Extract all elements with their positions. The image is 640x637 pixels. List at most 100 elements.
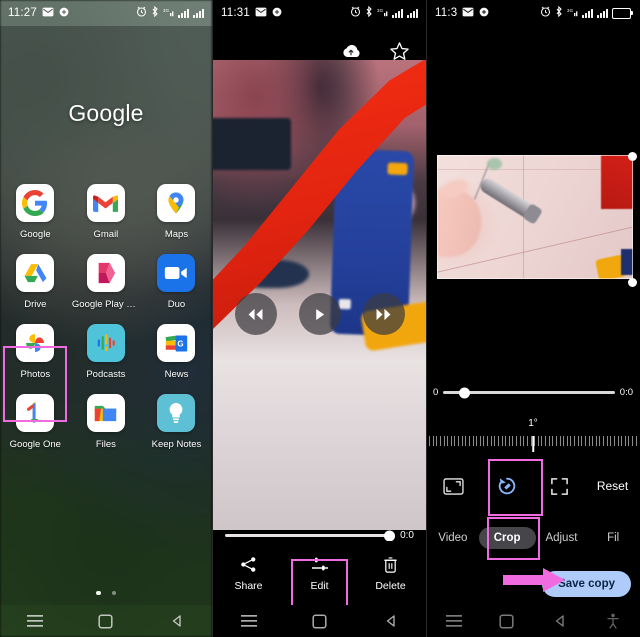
crop-handle-bottom-right[interactable]: [628, 278, 637, 287]
maps-icon: [157, 184, 196, 222]
app-label: Google: [19, 229, 51, 240]
timeline-slider[interactable]: [443, 387, 615, 398]
edit-button[interactable]: Edit: [284, 554, 355, 592]
news-icon: G: [157, 324, 196, 362]
back-nav-button[interactable]: [547, 608, 573, 634]
edit-label: Edit: [310, 580, 329, 592]
battery-icon: [612, 7, 633, 19]
page-indicator: [0, 590, 212, 595]
status-bar: 11:27 3G: [0, 0, 212, 26]
app-play-movies[interactable]: Google Play Mo...: [71, 246, 142, 316]
timeline-knob[interactable]: [459, 387, 471, 398]
expand-button[interactable]: [545, 471, 575, 501]
app-label: Google Play Mo...: [71, 299, 140, 310]
signal-sim2-icon: [407, 8, 418, 18]
share-button[interactable]: Share: [213, 554, 284, 592]
page-dot[interactable]: [111, 590, 116, 595]
status-bar-right: 3G: [540, 5, 633, 20]
duo-icon: [157, 254, 196, 292]
back-nav-button[interactable]: [164, 608, 190, 634]
app-drive[interactable]: Drive: [0, 246, 71, 316]
seek-knob[interactable]: [384, 530, 396, 541]
app-maps[interactable]: Maps: [141, 176, 212, 246]
crop-tool-row: Reset: [427, 462, 639, 510]
app-label: Keep Notes: [151, 439, 202, 450]
sync-icon: [479, 7, 489, 20]
play-button[interactable]: [298, 293, 341, 335]
tab-crop[interactable]: Crop: [478, 527, 536, 549]
app-gmail[interactable]: Gmail: [71, 176, 142, 246]
seek-bar-row: 0:0: [213, 530, 426, 541]
tab-filters[interactable]: Fil: [587, 532, 639, 544]
alarm-icon: [350, 6, 361, 20]
recents-nav-button[interactable]: [441, 608, 467, 634]
app-row: Photos Podcasts G News: [0, 316, 212, 386]
rotate-button[interactable]: [492, 471, 522, 501]
status-bar: 11:3 3G: [427, 0, 639, 26]
files-icon: [86, 394, 125, 432]
message-icon: [255, 7, 267, 20]
page-dot-active[interactable]: [96, 590, 101, 595]
signal-sim1-icon: [582, 8, 593, 18]
edit-sliders-icon: [311, 554, 329, 574]
aspect-ratio-cell: [427, 471, 480, 501]
alarm-icon: [540, 6, 551, 20]
mobile-data-icon: 3G: [377, 7, 388, 20]
delete-label: Delete: [375, 580, 406, 592]
panel-photos-crop-editor: 11:3 3G 0 0:0 1° Reset Video Crop Adjust…: [427, 0, 639, 637]
tab-label: Fil: [607, 532, 620, 544]
backup-cloud-icon[interactable]: [340, 40, 362, 62]
home-nav-button[interactable]: [494, 608, 520, 634]
app-news[interactable]: G News: [141, 316, 212, 386]
fast-forward-button[interactable]: [362, 293, 405, 335]
recents-nav-button[interactable]: [236, 608, 262, 634]
share-label: Share: [234, 580, 263, 592]
app-row: Drive Google Play Mo... Duo: [0, 246, 212, 316]
crop-preview-image[interactable]: [437, 155, 633, 279]
app-label: Files: [95, 439, 116, 450]
status-bar: 11:31 3G: [213, 0, 426, 26]
svg-text:3G: 3G: [377, 8, 384, 13]
google-icon: [16, 184, 55, 222]
tab-video[interactable]: Video: [427, 532, 479, 544]
tab-label: Crop: [478, 527, 536, 549]
timeline-end-label: 0:0: [619, 387, 633, 398]
app-files[interactable]: Files: [71, 386, 142, 456]
tab-adjust[interactable]: Adjust: [536, 532, 588, 544]
three-panel-screenshot: 11:27 3G Google Google Gmail Maps Drive …: [0, 0, 640, 637]
app-google-one[interactable]: Google One: [0, 386, 71, 456]
star-icon[interactable]: [388, 40, 410, 62]
player-bottom-bar: Share Edit Delete: [213, 541, 426, 605]
status-bar-right: 3G: [136, 5, 204, 20]
app-podcasts[interactable]: Podcasts: [71, 316, 142, 386]
reset-button[interactable]: Reset: [597, 479, 628, 493]
app-duo[interactable]: Duo: [141, 246, 212, 316]
app-label: Drive: [24, 299, 47, 310]
back-nav-button[interactable]: [378, 608, 404, 634]
signal-sim2-icon: [193, 8, 204, 18]
app-row: Google One Files Keep Notes: [0, 386, 212, 456]
home-nav-button[interactable]: [307, 608, 333, 634]
crop-stage: [427, 26, 639, 386]
aspect-ratio-button[interactable]: [439, 471, 469, 501]
recents-nav-button[interactable]: [22, 608, 48, 634]
mobile-data-icon: 3G: [567, 7, 578, 20]
rotation-dial-indicator: [532, 436, 534, 452]
crop-handle-top-right[interactable]: [628, 152, 637, 161]
seek-time-label: 0:0: [400, 530, 414, 541]
seek-slider[interactable]: [225, 530, 396, 541]
accessibility-nav-button[interactable]: [600, 608, 626, 634]
app-google[interactable]: Google: [0, 176, 71, 246]
rewind-button[interactable]: [234, 293, 277, 335]
gmail-icon: [86, 184, 125, 222]
app-keep-notes[interactable]: Keep Notes: [141, 386, 212, 456]
rotation-dial[interactable]: [427, 436, 639, 458]
svg-text:3G: 3G: [163, 8, 170, 13]
navigation-bar: [0, 605, 212, 637]
home-nav-button[interactable]: [93, 608, 119, 634]
drive-icon: [16, 254, 55, 292]
delete-button[interactable]: Delete: [355, 554, 426, 592]
app-photos[interactable]: Photos: [0, 316, 71, 386]
panel-home-google-folder: 11:27 3G Google Google Gmail Maps Drive …: [0, 0, 212, 637]
app-label: News: [164, 369, 189, 380]
